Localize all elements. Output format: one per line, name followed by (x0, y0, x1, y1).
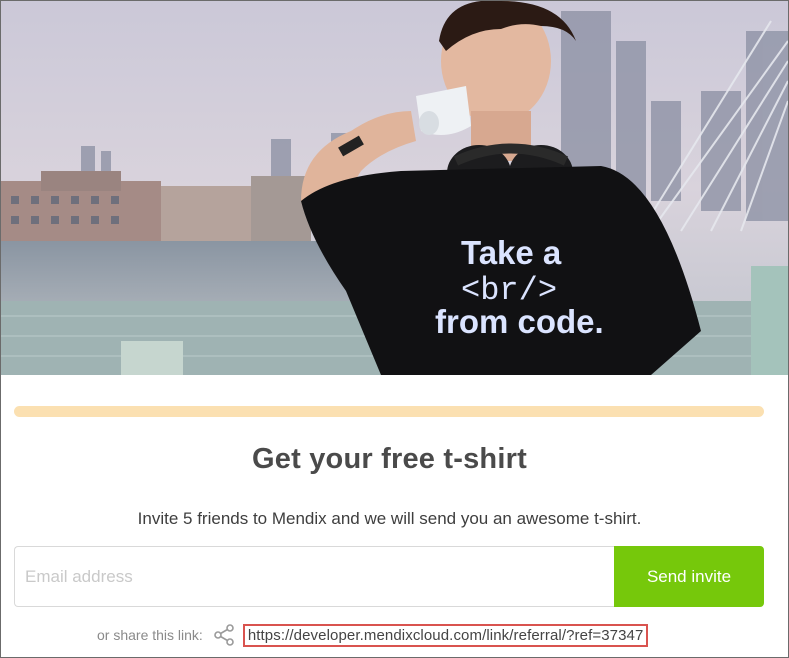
referral-link[interactable]: https://developer.mendixcloud.com/link/r… (242, 623, 649, 647)
page-title: Get your free t-shirt (252, 443, 527, 475)
share-row: or share this link: https://developer.me… (97, 623, 649, 647)
email-field[interactable] (14, 546, 614, 607)
share-label: or share this link: (97, 627, 203, 643)
hero-photo: Take a <br/> from code. (1, 1, 788, 375)
page-subtitle: Invite 5 friends to Mendix and we will s… (137, 509, 642, 528)
share-icon[interactable] (213, 624, 235, 646)
invite-form: Send invite (14, 546, 764, 607)
referral-page: Take a <br/> from code. Get your free t-… (0, 0, 789, 658)
progress-bar (14, 406, 764, 417)
shirt-text-line1: Take a (461, 234, 562, 271)
send-invite-button[interactable]: Send invite (614, 546, 764, 607)
shirt-text-line3: from code. (435, 303, 604, 340)
